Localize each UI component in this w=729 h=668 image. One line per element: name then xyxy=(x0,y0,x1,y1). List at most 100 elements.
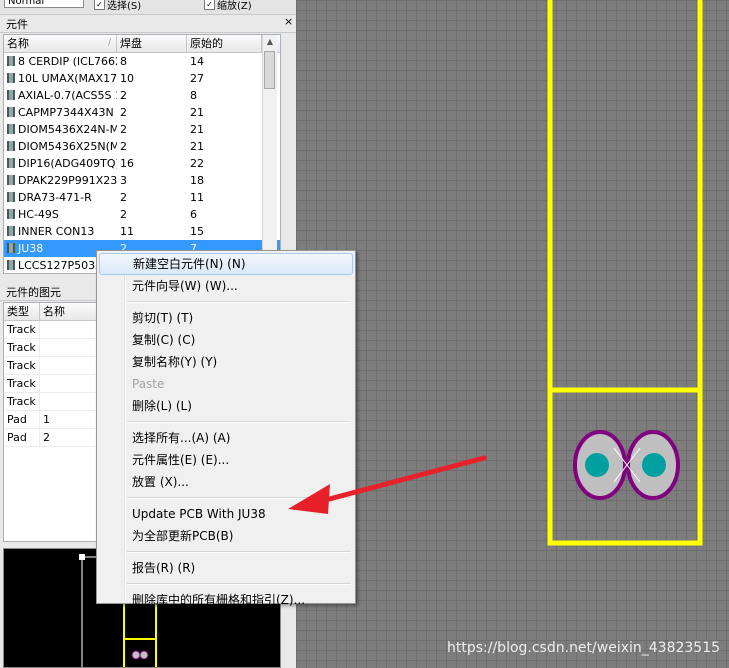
pcb-drawing xyxy=(547,0,703,546)
zoom-checkbox[interactable]: ✓ 缩放(Z) xyxy=(204,0,252,12)
component-row[interactable]: DIOM5436X24N-M 2 21 xyxy=(4,121,280,138)
menu-separator xyxy=(127,421,351,423)
primitive-type-cell: Pad xyxy=(4,429,40,446)
primitive-type-cell: Track xyxy=(4,321,40,338)
component-primitives-cell: 6 xyxy=(190,208,197,221)
primitive-type-cell: Track xyxy=(4,375,40,392)
component-row[interactable]: 10L UMAX(MAX174 10 27 xyxy=(4,70,280,87)
primitive-type-cell: Track xyxy=(4,393,40,410)
primitive-name-cell: 2 xyxy=(43,431,50,444)
mask-combo[interactable]: Normal xyxy=(4,0,84,8)
column-header-primitives[interactable]: 原始的 xyxy=(187,35,262,52)
component-pads-cell: 2 xyxy=(120,191,127,204)
components-rows: 8 CERDIP (ICL7662I 8 14 10L UMAX(MAX174 10 27… xyxy=(4,53,280,273)
context-menu: 新建空白元件(N) (N) 元件向导(W) (W)... 剪切(T) (T) 复制(C… xyxy=(96,250,356,607)
component-icon xyxy=(7,209,15,219)
menu-item[interactable]: 元件属性(E) (E)... xyxy=(99,449,353,471)
component-row[interactable]: AXIAL-0.7(ACS5S 1! 2 8 xyxy=(4,87,280,104)
component-pads-cell: 11 xyxy=(120,225,134,238)
menu-item[interactable]: 元件向导(W) (W)... xyxy=(99,275,353,297)
scroll-thumb[interactable] xyxy=(264,51,275,89)
primitive-name-cell xyxy=(40,357,100,374)
primitive-name-cell: 1 xyxy=(43,413,50,426)
component-row[interactable]: DPAK229P991X230 3 18 xyxy=(4,172,280,189)
zoom-checkbox-label: 缩放(Z) xyxy=(217,1,252,12)
component-row[interactable]: DIOM5436X25N(M 2 21 xyxy=(4,138,280,155)
component-row[interactable]: HC-49S 2 6 xyxy=(4,206,280,223)
component-row[interactable]: 8 CERDIP (ICL7662I 8 14 xyxy=(4,53,280,70)
menu-item[interactable]: Paste xyxy=(99,373,353,395)
component-icon xyxy=(7,90,15,100)
component-primitives-cell: 14 xyxy=(190,55,204,68)
component-name-cell: HC-49S xyxy=(4,206,117,223)
component-icon xyxy=(7,192,15,202)
component-pads-cell: 3 xyxy=(120,174,127,187)
component-icon xyxy=(7,73,15,83)
primitive-name-cell xyxy=(40,339,100,356)
component-name-cell: INNER CON13 xyxy=(4,223,117,240)
menu-item[interactable]: 放置 (X)... xyxy=(99,471,353,493)
component-name-cell: AXIAL-0.7(ACS5S 1! xyxy=(4,87,117,104)
component-primitives-cell: 21 xyxy=(190,123,204,136)
component-row[interactable]: CAPMP7344X43N 2 21 xyxy=(4,104,280,121)
menu-separator xyxy=(127,551,351,553)
component-icon xyxy=(7,107,15,117)
column-header-name[interactable]: 名称 / xyxy=(4,35,117,52)
menu-item[interactable]: 报告(R) (R) xyxy=(99,557,353,579)
menu-item[interactable]: 选择所有...(A) (A) xyxy=(99,427,353,449)
menu-item[interactable]: 复制名称(Y) (Y) xyxy=(99,351,353,373)
close-icon[interactable]: × xyxy=(284,16,293,28)
menu-item[interactable]: 删除库中的所有栅格和指引(Z)... xyxy=(99,589,353,611)
component-icon xyxy=(7,56,15,66)
component-primitives-cell: 22 xyxy=(190,157,204,170)
component-name-cell: DPAK229P991X230 xyxy=(4,172,117,189)
primitive-name-cell xyxy=(40,375,100,392)
component-primitives-cell: 15 xyxy=(190,225,204,238)
component-name-cell: CAPMP7344X43N xyxy=(4,104,117,121)
component-icon xyxy=(7,158,15,168)
component-row[interactable]: DRA73-471-R 2 11 xyxy=(4,189,280,206)
components-list[interactable]: 名称 / 焊盘 原始的 8 CERDIP (ICL7662I 8 14 10L UMAX… xyxy=(3,34,281,274)
scroll-up-icon[interactable]: ▲ xyxy=(263,35,277,49)
component-name-cell: DRA73-471-R xyxy=(4,189,117,206)
menu-item[interactable]: 删除(L) (L) xyxy=(99,395,353,417)
pcb-canvas[interactable] xyxy=(296,0,729,668)
primitives-title: 元件的图元 xyxy=(6,286,61,299)
component-pads-cell: 2 xyxy=(120,106,127,119)
component-primitives-cell: 8 xyxy=(190,89,197,102)
sort-icon: / xyxy=(107,38,111,48)
menu-separator xyxy=(127,301,351,303)
component-icon xyxy=(7,124,15,134)
menu-item[interactable]: Update PCB With JU38 xyxy=(99,503,353,525)
preview-pad xyxy=(139,650,149,660)
component-pads-cell: 10 xyxy=(120,72,134,85)
menu-item[interactable]: 新建空白元件(N) (N) xyxy=(99,253,353,275)
pad-1-hole xyxy=(585,453,609,477)
primitive-type-cell: Track xyxy=(4,357,40,374)
component-icon xyxy=(7,260,15,270)
primitive-type-cell: Pad xyxy=(4,411,40,428)
menu-item[interactable]: 为全部更新PCB(B) xyxy=(99,525,353,547)
pad-2-hole xyxy=(642,453,666,477)
component-row[interactable]: INNER CON13 11 15 xyxy=(4,223,280,240)
component-row[interactable]: DIP16(ADG409TQ) 16 22 xyxy=(4,155,280,172)
component-icon xyxy=(7,175,15,185)
menu-item[interactable]: 复制(C) (C) xyxy=(99,329,353,351)
component-pads-cell: 2 xyxy=(120,208,127,221)
select-checkbox[interactable]: ✓ 选择(S) xyxy=(94,0,141,12)
checkbox-icon: ✓ xyxy=(204,0,215,10)
components-section-title: 元件 xyxy=(0,16,296,33)
components-scrollbar[interactable]: ▲ ▼ xyxy=(262,35,277,272)
components-header: 名称 / 焊盘 原始的 xyxy=(4,35,280,53)
menu-separator xyxy=(127,583,351,585)
component-pads-cell: 16 xyxy=(120,157,134,170)
menu-item[interactable]: 剪切(T) (T) xyxy=(99,307,353,329)
primitive-name-cell xyxy=(40,393,100,410)
component-icon xyxy=(7,243,15,253)
component-name-cell: DIOM5436X24N-M xyxy=(4,121,117,138)
primitive-type-cell: Track xyxy=(4,339,40,356)
component-name-cell: DIOM5436X25N(M xyxy=(4,138,117,155)
column-header-pads[interactable]: 焊盘 xyxy=(117,35,187,52)
column-header-type[interactable]: 类型 xyxy=(4,303,40,320)
column-header-prim-name[interactable]: 名称 xyxy=(40,303,100,320)
